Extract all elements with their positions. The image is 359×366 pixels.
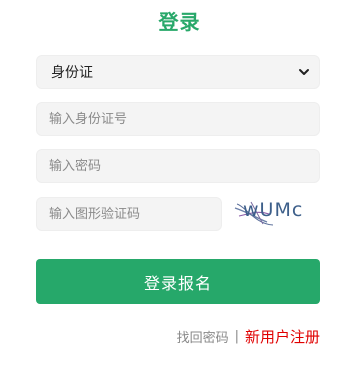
captcha-image[interactable]: wUMc [233, 194, 317, 228]
id-type-select[interactable]: 身份证 [36, 55, 320, 89]
id-number-input[interactable] [36, 102, 320, 136]
link-separator: | [234, 329, 239, 344]
chevron-down-icon [297, 65, 311, 79]
footer-links: 找回密码 | 新用户注册 [177, 326, 320, 347]
page-title: 登录 [158, 10, 201, 34]
login-page: 登录 身份证 wUMc 登录报名 找回密码 | 新用户注册 [0, 0, 359, 366]
password-input[interactable] [36, 149, 320, 183]
captcha-input[interactable] [36, 197, 222, 231]
captcha-text: wUMc [243, 199, 303, 221]
login-register-button[interactable]: 登录报名 [36, 259, 320, 304]
id-type-selected-value: 身份证 [51, 65, 93, 81]
forgot-password-link[interactable]: 找回密码 [177, 327, 229, 346]
new-user-register-link[interactable]: 新用户注册 [245, 326, 320, 347]
